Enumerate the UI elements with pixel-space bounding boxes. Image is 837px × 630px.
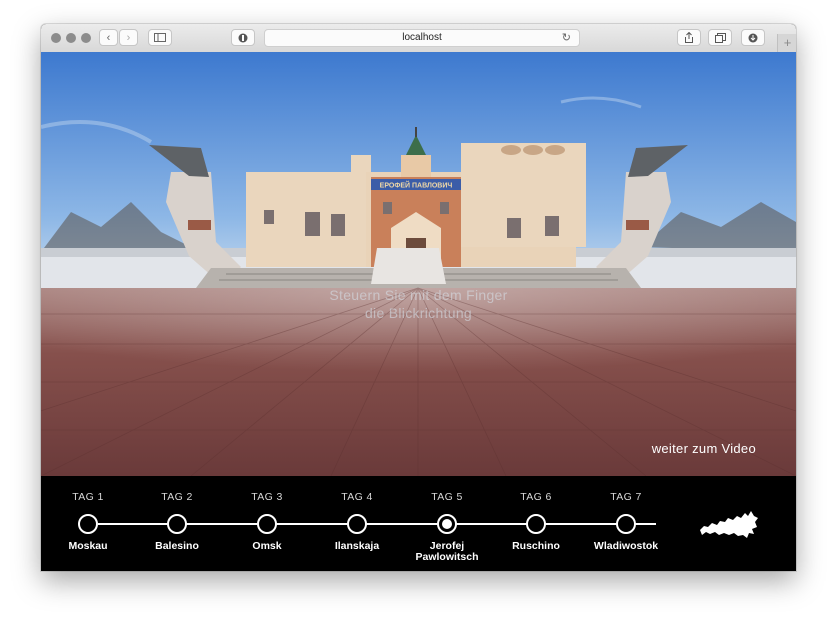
tag-label: TAG 6 (520, 491, 552, 503)
tag-label: TAG 1 (72, 491, 104, 503)
stop-marker-moskau[interactable] (78, 514, 98, 534)
building-sign: ЕРОФЕЙ ПАВЛОВИЧ (380, 181, 453, 190)
navigation-hint-line1: Steuern Sie mit dem Finger (329, 287, 508, 303)
city-name-line2: Pawlowitsch (415, 551, 479, 563)
city-name: Ilanskaja (334, 540, 380, 552)
shield-icon[interactable] (231, 29, 255, 46)
russia-map-icon[interactable] (698, 508, 760, 542)
url-text: localhost (402, 32, 442, 43)
tag-label: TAG 7 (610, 491, 642, 503)
tag-label: TAG 5 (431, 491, 463, 503)
city-name: Moskau (68, 540, 108, 552)
browser-toolbar: ‹ › localhost ↻ + (41, 24, 796, 53)
stop-marker-wladiwostok[interactable] (616, 514, 636, 534)
panorama-view[interactable]: ЕРОФЕЙ ПАВЛОВИЧ Steuern Sie mit dem Fing… (41, 52, 796, 476)
stop-marker-ilanskaja[interactable] (347, 514, 367, 534)
tag-label: TAG 2 (161, 491, 193, 503)
tag-label: TAG 3 (251, 491, 283, 503)
close-window-button[interactable] (51, 33, 61, 43)
city-link-wladiwostok[interactable]: Wladiwostok (571, 541, 681, 552)
back-icon[interactable]: ‹ (99, 29, 118, 46)
city-name: Balesino (155, 540, 199, 552)
minimize-window-button[interactable] (66, 33, 76, 43)
address-bar[interactable]: localhost ↻ (264, 29, 580, 47)
navigation-hint-line2: die Blickrichtung (364, 305, 473, 321)
panorama-image: ЕРОФЕЙ ПАВЛОВИЧ (41, 52, 796, 476)
city-name: Wladiwostok (593, 540, 659, 552)
browser-window: ‹ › localhost ↻ + ЕРОФЕЙ ПАВЛОВИЧ Steuer… (41, 24, 796, 571)
download-icon[interactable] (741, 29, 765, 46)
forward-icon[interactable]: › (119, 29, 138, 46)
sidebar-icon[interactable] (148, 29, 172, 46)
reload-icon[interactable]: ↻ (562, 30, 571, 46)
stop-marker-ruschino[interactable] (526, 514, 546, 534)
journey-timeline: TAG 1 Moskau TAG 2 Balesino TAG 3 Omsk T… (41, 476, 796, 571)
stop-marker-balesino[interactable] (167, 514, 187, 534)
new-tab-icon[interactable]: + (777, 34, 796, 52)
stop-marker-omsk[interactable] (257, 514, 277, 534)
tag-label: TAG 4 (341, 491, 373, 503)
continue-to-video-link[interactable]: weiter zum Video (652, 441, 756, 456)
share-icon[interactable] (677, 29, 701, 46)
zoom-window-button[interactable] (81, 33, 91, 43)
city-name: Omsk (252, 540, 282, 552)
tabs-icon[interactable] (708, 29, 732, 46)
city-name: Ruschino (512, 540, 560, 552)
stop-marker-jerofej-pawlowitsch[interactable] (437, 514, 457, 534)
